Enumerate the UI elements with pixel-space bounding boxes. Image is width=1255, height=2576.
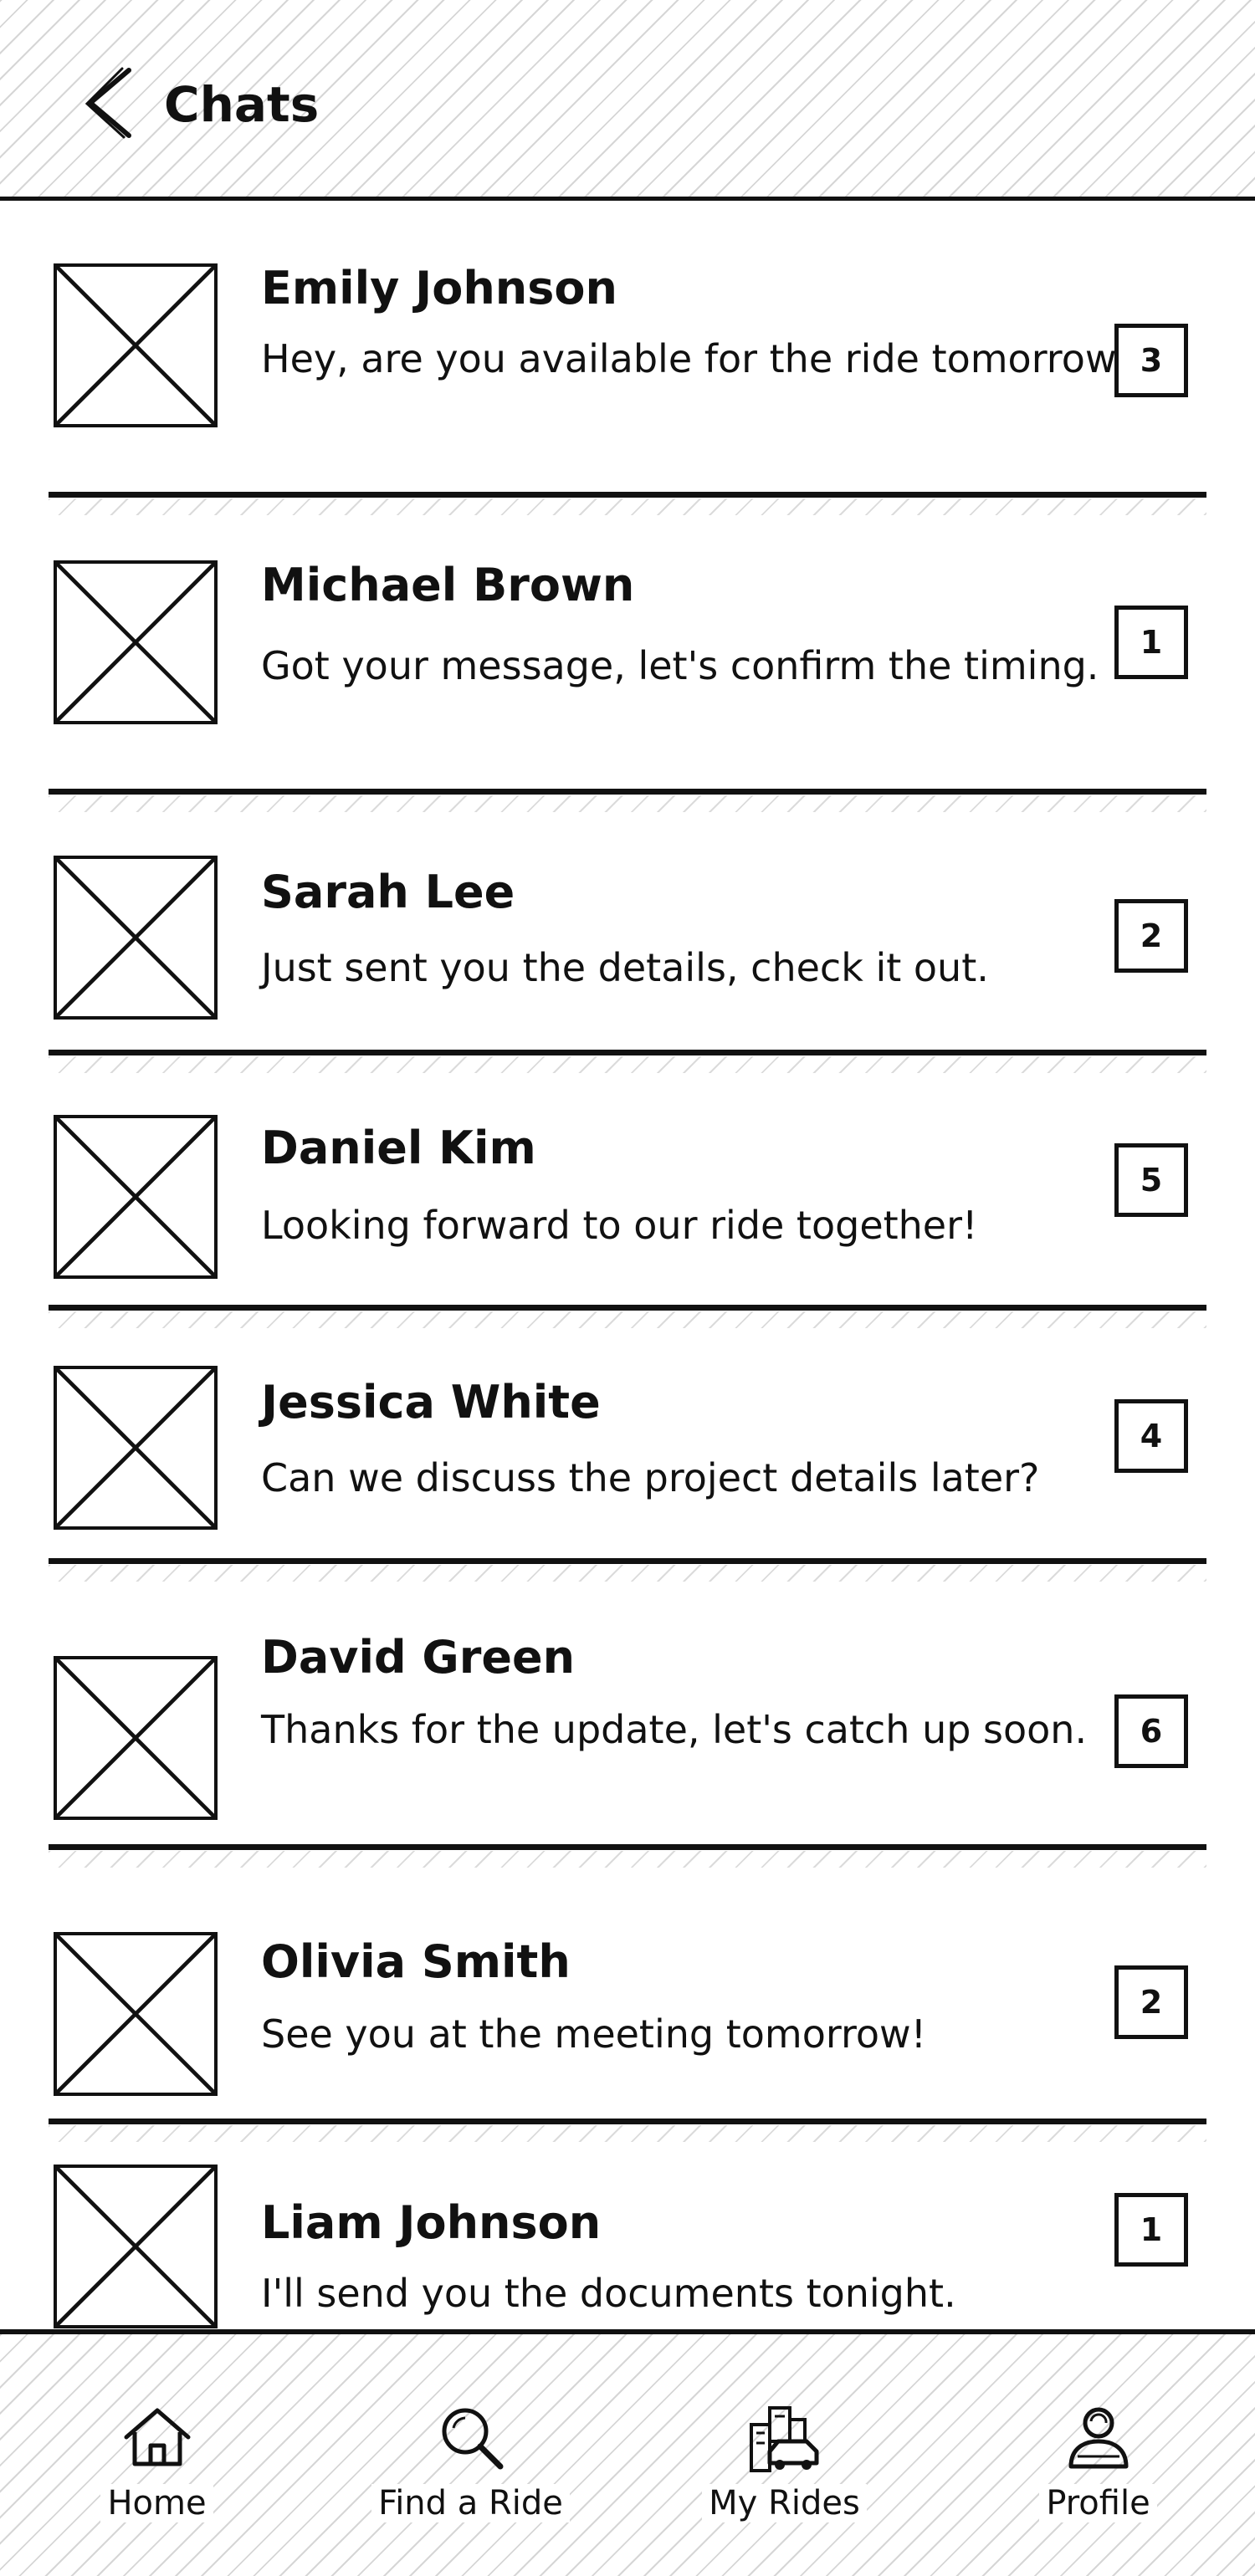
unread-count-badge: 2 — [1114, 1965, 1188, 2039]
message-preview: Got your message, let's confirm the timi… — [261, 643, 1099, 688]
message-preview: See you at the meeting tomorrow! — [261, 2011, 927, 2057]
chevron-left-icon — [85, 67, 131, 139]
chat-row[interactable]: David Green Thanks for the update, let's… — [49, 1606, 1206, 1868]
chat-row[interactable]: Emily Johnson Hey, are you available for… — [49, 247, 1206, 515]
unread-count-badge: 1 — [1114, 606, 1188, 679]
nav-label-my-rides: My Rides — [702, 2484, 867, 2522]
chat-list: Emily Johnson Hey, are you available for… — [0, 201, 1255, 2353]
message-preview: Hey, are you available for the ride tomo… — [261, 336, 1137, 381]
search-icon — [431, 2397, 511, 2477]
avatar-placeholder — [54, 1115, 218, 1279]
nav-item-home[interactable]: Home — [0, 2334, 314, 2576]
avatar-placeholder — [54, 1932, 218, 2096]
nav-label-home: Home — [100, 2484, 213, 2522]
chat-row[interactable]: Daniel Kim Looking forward to our ride t… — [49, 1100, 1206, 1328]
chat-row[interactable]: Michael Brown Got your message, let's co… — [49, 544, 1206, 812]
message-preview: I'll send you the documents tonight. — [261, 2271, 956, 2316]
unread-count-badge: 6 — [1114, 1694, 1188, 1768]
back-button[interactable] — [72, 65, 147, 141]
unread-count-badge: 2 — [1114, 899, 1188, 973]
nav-label-profile: Profile — [1039, 2484, 1157, 2522]
page-title: Chats — [164, 76, 320, 133]
nav-item-find-ride[interactable]: Find a Ride — [314, 2334, 628, 2576]
car-city-icon — [745, 2397, 825, 2477]
message-preview: Can we discuss the project details later… — [261, 1455, 1040, 1500]
unread-count-badge: 1 — [1114, 2193, 1188, 2267]
home-icon — [117, 2397, 197, 2477]
avatar-placeholder — [54, 560, 218, 724]
contact-name: David Green — [261, 1631, 576, 1684]
message-preview: Just sent you the details, check it out. — [261, 945, 989, 990]
nav-item-my-rides[interactable]: My Rides — [628, 2334, 941, 2576]
unread-count-badge: 3 — [1114, 324, 1188, 397]
message-preview: Thanks for the update, let's catch up so… — [261, 1707, 1088, 1752]
message-preview: Looking forward to our ride together! — [261, 1203, 978, 1248]
chat-row[interactable]: Sarah Lee Just sent you the details, che… — [49, 841, 1206, 1073]
nav-item-profile[interactable]: Profile — [941, 2334, 1255, 2576]
contact-name: Michael Brown — [261, 559, 635, 611]
avatar-placeholder — [54, 1366, 218, 1530]
nav-label-find-ride: Find a Ride — [371, 2484, 570, 2522]
chat-row[interactable]: Olivia Smith See you at the meeting tomo… — [49, 1892, 1206, 2142]
contact-name: Emily Johnson — [261, 262, 617, 314]
contact-name: Jessica White — [261, 1376, 601, 1429]
unread-count-badge: 4 — [1114, 1399, 1188, 1473]
avatar-placeholder — [54, 1656, 218, 1820]
chat-row[interactable]: Liam Johnson I'll send you the documents… — [49, 2158, 1206, 2353]
unread-count-badge: 5 — [1114, 1143, 1188, 1217]
contact-name: Daniel Kim — [261, 1122, 536, 1174]
app-header: Chats — [0, 0, 1255, 201]
avatar-placeholder — [54, 2165, 218, 2328]
avatar-placeholder — [54, 856, 218, 1020]
contact-name: Liam Johnson — [261, 2196, 602, 2249]
contact-name: Olivia Smith — [261, 1935, 571, 1988]
chat-row[interactable]: Jessica White Can we discuss the project… — [49, 1351, 1206, 1582]
avatar-placeholder — [54, 263, 218, 427]
contact-name: Sarah Lee — [261, 866, 515, 918]
profile-icon — [1058, 2397, 1139, 2477]
bottom-navigation: Home Find a Ride My Rides Profile — [0, 2329, 1255, 2576]
